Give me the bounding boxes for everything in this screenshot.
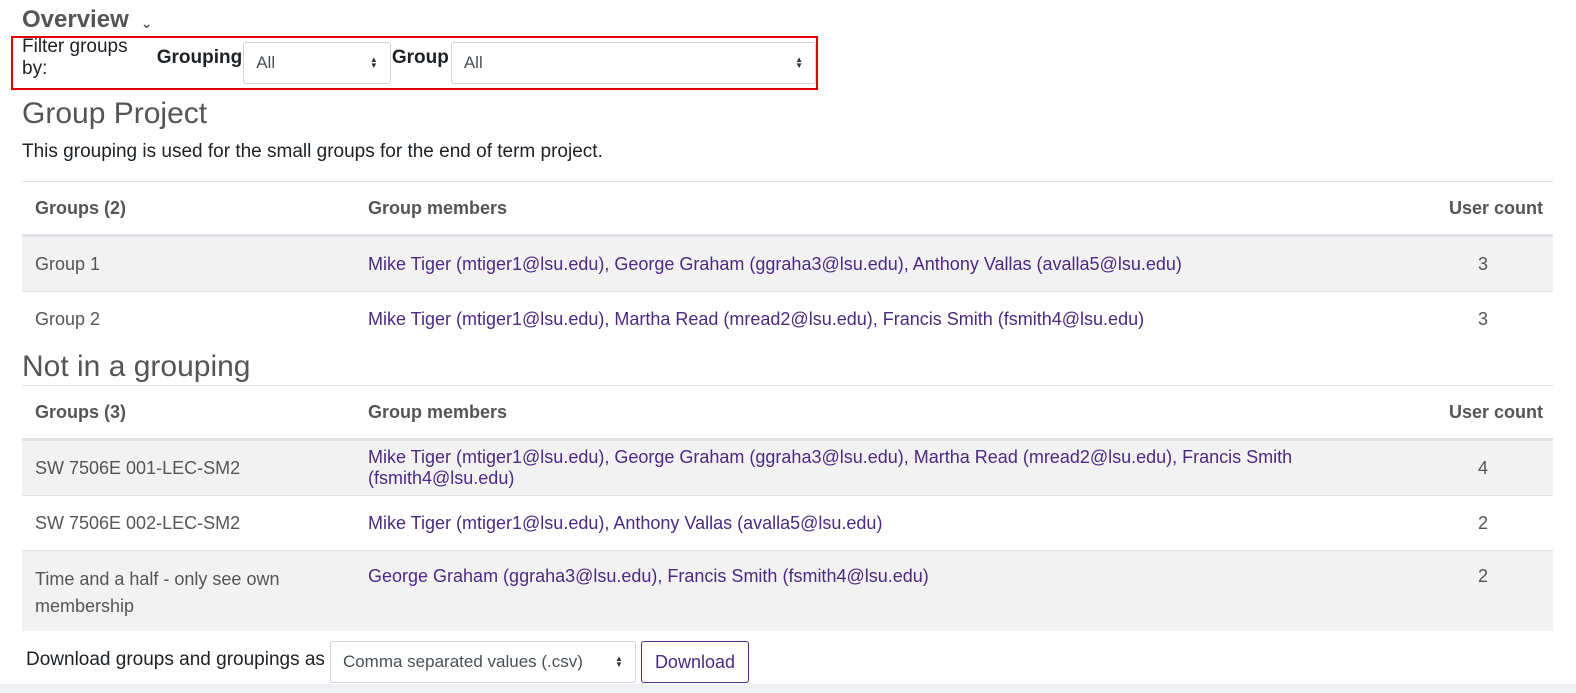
column-header-members: Group members [368, 197, 508, 218]
group-name: SW 7506E 001-LEC-SM2 [35, 457, 241, 478]
user-count: 3 [1477, 253, 1488, 274]
group-members-links[interactable]: Mike Tiger (mtiger1@lsu.edu), Martha Rea… [355, 309, 1413, 330]
group-label: Group [391, 47, 449, 68]
download-button[interactable]: Download [640, 641, 749, 683]
table-header-row: Groups (2) Group members User count [22, 181, 1553, 236]
select-arrows-icon: ▲ ▼ [795, 55, 803, 70]
download-label: Download groups and groupings as [26, 649, 325, 670]
table-row: Group 2 Mike Tiger (mtiger1@lsu.edu), Ma… [22, 291, 1553, 346]
table-row: SW 7506E 001-LEC-SM2 Mike Tiger (mtiger1… [22, 440, 1553, 495]
grouping-label: Grouping [156, 47, 243, 68]
select-arrows-icon: ▲ ▼ [615, 654, 623, 669]
groups-table: Groups (3) Group members User count SW 7… [22, 385, 1553, 631]
table-row: Group 1 Mike Tiger (mtiger1@lsu.edu), Ge… [22, 236, 1553, 291]
page-title: Overview [22, 6, 129, 33]
user-count: 2 [1477, 512, 1488, 533]
group-select-value: All [463, 53, 483, 72]
grouping-title: Not in a grouping [22, 350, 251, 383]
group-select[interactable]: All ▲ ▼ [450, 42, 816, 84]
user-count: 3 [1477, 308, 1488, 329]
select-arrows-icon: ▲ ▼ [369, 55, 378, 70]
group-members-links[interactable]: Mike Tiger (mtiger1@lsu.edu), George Gra… [355, 254, 1413, 275]
format-select-value: Comma separated values (.csv) [342, 652, 583, 671]
column-header-groups: Groups (3) [35, 401, 127, 422]
group-name: Group 1 [35, 253, 101, 274]
group-members-links[interactable]: Mike Tiger (mtiger1@lsu.edu), Anthony Va… [355, 513, 1413, 534]
column-header-groups: Groups (2) [35, 197, 127, 218]
chevron-down-icon: ⌄ [140, 14, 153, 31]
grouping-select-value: All [256, 53, 276, 72]
format-select[interactable]: Comma separated values (.csv) ▲ ▼ [329, 641, 636, 683]
filter-label: Filter groups by: [22, 36, 128, 79]
column-header-members: Group members [368, 401, 508, 422]
column-header-user-count: User count [1448, 197, 1543, 218]
user-count: 2 [1477, 566, 1488, 586]
group-name: Group 2 [35, 308, 101, 329]
grouping-description: This grouping is used for the small grou… [22, 141, 603, 162]
table-row: Time and a half - only see own membershi… [22, 550, 1553, 631]
column-header-user-count: User count [1448, 401, 1543, 422]
table-row: SW 7506E 002-LEC-SM2 Mike Tiger (mtiger1… [22, 495, 1553, 550]
table-header-row: Groups (3) Group members User count [22, 385, 1553, 440]
user-count: 4 [1477, 457, 1488, 478]
group-members-links[interactable]: Mike Tiger (mtiger1@lsu.edu), George Gra… [355, 447, 1413, 489]
group-name: Time and a half - only see own membershi… [35, 569, 280, 616]
download-bar: Download groups and groupings as Comma s… [26, 641, 749, 683]
grouping-title: Group Project [22, 97, 208, 130]
grouping-select[interactable]: All ▲ ▼ [243, 42, 391, 84]
group-name: SW 7506E 002-LEC-SM2 [35, 512, 241, 533]
groups-table: Groups (2) Group members User count Grou… [22, 181, 1553, 346]
overview-dropdown[interactable]: Overview ⌄ [22, 6, 152, 34]
footer-band [0, 684, 1576, 693]
filter-bar: Filter groups by: Grouping All ▲ ▼ Group … [11, 36, 818, 90]
group-members-links[interactable]: George Graham (ggraha3@lsu.edu), Francis… [355, 566, 1413, 587]
